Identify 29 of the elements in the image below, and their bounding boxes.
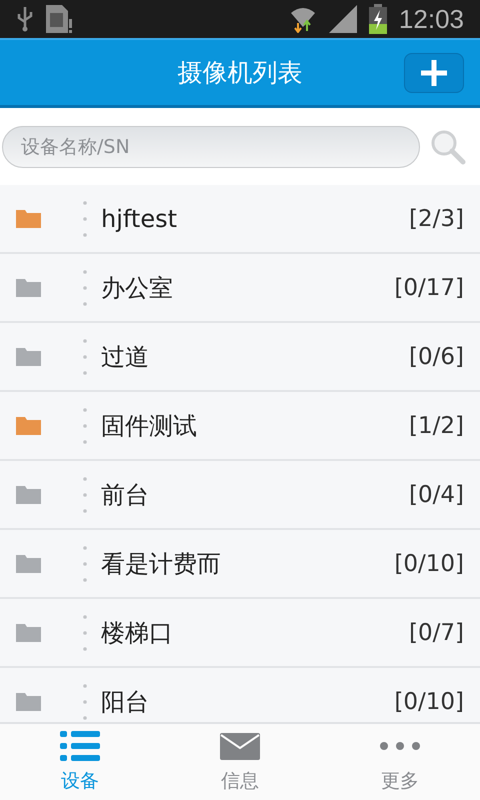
- online-count: [0/4]: [409, 482, 464, 508]
- add-button[interactable]: [404, 53, 464, 93]
- device-group-name: 办公室: [101, 272, 174, 304]
- device-group-name: 楼梯口: [101, 618, 174, 648]
- device-group-name: 阳台: [101, 686, 150, 718]
- more-icon: [380, 742, 420, 750]
- online-count: [2/3]: [409, 206, 464, 232]
- screen-title: 摄像机列表: [178, 57, 302, 89]
- battery-icon: [368, 4, 387, 34]
- online-count: [0/17]: [394, 274, 464, 300]
- online-count: [0/6]: [409, 344, 464, 370]
- status-time: 12:03: [398, 4, 464, 34]
- online-count: [1/2]: [409, 412, 464, 438]
- signal-icon: [328, 5, 357, 33]
- plus-icon: [419, 58, 449, 88]
- search-field[interactable]: 设备名称/SN: [2, 126, 420, 168]
- device-group-name: 看是计费而: [101, 548, 222, 580]
- device-group-name: hjftest: [101, 204, 178, 232]
- usb-icon: [16, 6, 34, 32]
- mail-icon: [220, 732, 260, 760]
- online-count: [0/10]: [394, 550, 464, 576]
- online-count: [0/7]: [409, 620, 464, 646]
- device-group-name: 过道: [101, 342, 150, 372]
- sim-card-icon: [46, 5, 72, 33]
- device-group-name: 前台: [101, 480, 150, 510]
- device-group-name: 固件测试: [101, 410, 198, 442]
- online-count: [0/10]: [394, 688, 464, 714]
- wifi-icon: [288, 5, 317, 33]
- list-icon: [60, 731, 100, 761]
